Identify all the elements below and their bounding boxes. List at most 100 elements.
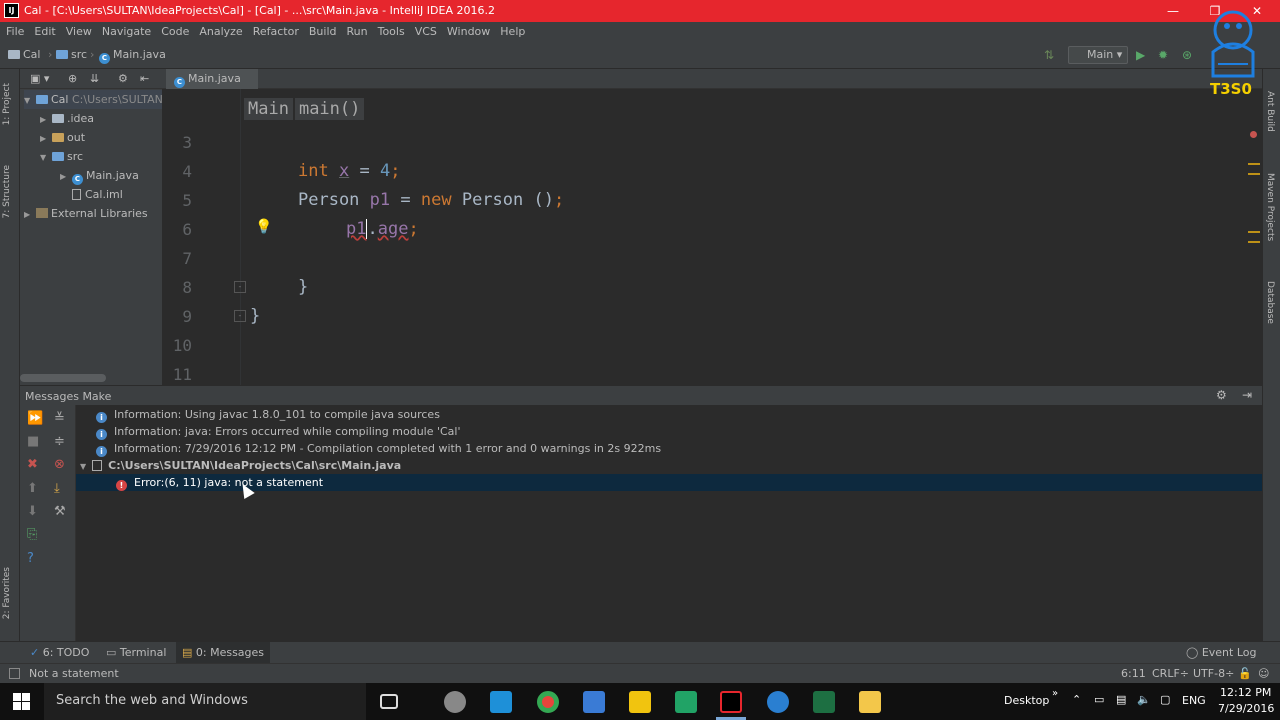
gear-icon[interactable]: ⚙ — [1216, 388, 1227, 402]
tree-item-idea[interactable]: ▶ .idea — [40, 109, 94, 128]
message-row[interactable]: i Information: 7/29/2016 12:12 PM - Compi… — [76, 440, 1262, 457]
task-view-icon[interactable] — [380, 694, 398, 709]
breadcrumb-class[interactable]: Main — [244, 98, 293, 120]
expand-icon[interactable]: ≑ — [54, 434, 65, 449]
horizontal-scrollbar[interactable] — [20, 374, 106, 382]
menu-edit[interactable]: Edit — [28, 22, 59, 38]
menu-tools[interactable]: Tools — [372, 22, 409, 38]
autoscroll-icon[interactable]: ⎘ — [27, 527, 37, 542]
close-icon[interactable]: ✖ — [27, 457, 38, 472]
project-tool-tab[interactable]: 1: Project — [2, 83, 12, 125]
file-encoding[interactable]: UTF-8÷ — [1193, 667, 1234, 680]
project-view-icon[interactable]: ▣ ▾ — [30, 72, 49, 85]
chrome-icon[interactable] — [537, 691, 559, 713]
run-config-select[interactable]: Main ▾ — [1068, 46, 1128, 64]
lightbulb-icon[interactable]: 💡 — [255, 219, 272, 235]
maven-projects-tool-tab[interactable]: Maven Projects — [1265, 173, 1275, 241]
clock-time[interactable]: 12:12 PM — [1220, 686, 1271, 699]
tray-app-icon[interactable]: ▭ — [1094, 693, 1104, 706]
menu-help[interactable]: Help — [494, 22, 529, 38]
build-icon[interactable]: ⇅ — [1044, 48, 1054, 62]
debug-icon[interactable]: ✹ — [1158, 48, 1168, 62]
error-indicator-icon[interactable] — [1250, 131, 1257, 138]
message-row[interactable]: i Information: java: Errors occurred whil… — [76, 423, 1262, 440]
structure-tool-tab[interactable]: 7: Structure — [2, 165, 12, 219]
menu-navigate[interactable]: Navigate — [96, 22, 155, 38]
clock-date[interactable]: 7/29/2016 — [1218, 702, 1274, 715]
export-icon[interactable]: ⤓ — [54, 481, 60, 496]
coverage-icon[interactable]: ⊛ — [1182, 48, 1192, 62]
desktop-label[interactable]: Desktop — [1004, 694, 1049, 707]
collapse-all-icon[interactable]: ⇊ — [90, 72, 99, 85]
settings-icon[interactable]: ⚒ — [54, 504, 66, 519]
menu-window[interactable]: Window — [441, 22, 494, 38]
line-separator[interactable]: CRLF÷ — [1152, 667, 1189, 680]
nav-crumb-main-java[interactable]: C Main.java — [99, 48, 166, 64]
arrow-down-icon[interactable]: ⬇ — [27, 504, 38, 519]
intellij-icon[interactable] — [720, 691, 742, 713]
help-icon[interactable]: ? — [27, 551, 34, 566]
warning-stripe[interactable] — [1248, 231, 1260, 233]
tray-up-icon[interactable]: ⌃ — [1072, 693, 1081, 706]
tree-item-cal-iml[interactable]: Cal.iml — [60, 185, 123, 204]
message-row[interactable]: i Information: Using javac 1.8.0_101 to c… — [76, 406, 1262, 423]
hide-panel-icon[interactable]: ⇥ — [1242, 388, 1252, 402]
language-indicator[interactable]: ENG — [1182, 694, 1206, 707]
warning-stripe[interactable] — [1248, 241, 1260, 243]
message-file-row[interactable]: ▼ C:\Users\SULTAN\IdeaProjects\Cal\src\Ma… — [76, 457, 1262, 474]
filter-errors-icon[interactable]: ⊗ — [54, 457, 65, 472]
tool-windows-icon[interactable] — [9, 668, 20, 679]
tree-item-external-libraries[interactable]: ▶ External Libraries — [24, 204, 148, 223]
code-editor[interactable]: Main main() 3 4 5 6 7 8 9 10 11 int x = 4… — [162, 89, 1262, 385]
scroll-from-source-icon[interactable]: ⊕ — [68, 72, 77, 85]
network-icon[interactable]: ▤ — [1116, 693, 1126, 706]
nav-crumb-cal[interactable]: Cal — [8, 48, 40, 61]
tree-item-main-java[interactable]: ▶ C Main.java — [60, 166, 139, 185]
app-icon-4[interactable] — [629, 691, 651, 713]
warning-stripe[interactable] — [1248, 163, 1260, 165]
arrow-up-icon[interactable]: ⬆ — [27, 481, 38, 496]
minimize-button[interactable]: — — [1156, 0, 1190, 22]
terminal-tab[interactable]: ▭ Terminal — [106, 646, 166, 659]
fold-icon[interactable]: - — [234, 310, 246, 322]
rerun-icon[interactable]: ⏩ — [27, 411, 43, 426]
menu-analyze[interactable]: Analyze — [193, 22, 246, 38]
chevron-up-icon[interactable]: » — [1052, 688, 1058, 699]
warning-stripe[interactable] — [1248, 173, 1260, 175]
app-icon-3[interactable] — [583, 691, 605, 713]
tab-main-java[interactable]: CMain.java × — [166, 69, 258, 105]
volume-icon[interactable]: 🔈 — [1137, 693, 1151, 706]
collapse-icon[interactable]: ≚ — [54, 411, 65, 426]
app-icon-5[interactable] — [767, 691, 789, 713]
notification-icon[interactable]: ▢ — [1160, 693, 1170, 706]
stop-icon[interactable]: ■ — [27, 434, 39, 449]
inspector-icon[interactable]: ☺ — [1258, 667, 1269, 680]
messages-tab[interactable]: ▤ 0: Messages — [176, 642, 271, 664]
event-log-tab[interactable]: ◯ Event Log — [1186, 646, 1256, 659]
app-icon-2[interactable] — [490, 691, 512, 713]
nav-crumb-src[interactable]: src — [56, 48, 87, 61]
menu-run[interactable]: Run — [341, 22, 372, 38]
hide-panel-icon[interactable]: ⇤ — [140, 72, 149, 85]
tree-item-cal[interactable]: ▼ Cal C:\Users\SULTAN — [24, 90, 163, 109]
menu-build[interactable]: Build — [303, 22, 341, 38]
app-icon-1[interactable] — [444, 691, 466, 713]
ant-build-tool-tab[interactable]: Ant Build — [1265, 91, 1275, 132]
menu-code[interactable]: Code — [155, 22, 193, 38]
favorites-tool-tab[interactable]: 2: Favorites — [2, 567, 12, 619]
fold-icon[interactable]: - — [234, 281, 246, 293]
menu-vcs[interactable]: VCS — [409, 22, 441, 38]
windows-start-icon[interactable] — [13, 693, 31, 711]
menu-file[interactable]: File — [0, 22, 28, 38]
lock-icon[interactable]: 🔓 — [1238, 667, 1252, 680]
message-error-row[interactable]: ! Error:(6, 11) java: not a statement — [76, 474, 1262, 491]
gear-icon[interactable]: ⚙ — [118, 72, 128, 85]
run-icon[interactable]: ▶ — [1136, 48, 1145, 62]
todo-tab[interactable]: ✓ 6: TODO — [30, 646, 89, 659]
breadcrumb-method[interactable]: main() — [294, 98, 365, 120]
excel-icon[interactable] — [813, 691, 835, 713]
database-tool-tab[interactable]: Database — [1265, 281, 1275, 324]
taskbar-search-box[interactable]: Search the web and Windows — [44, 683, 366, 720]
pycharm-icon[interactable] — [675, 691, 697, 713]
menu-refactor[interactable]: Refactor — [247, 22, 303, 38]
